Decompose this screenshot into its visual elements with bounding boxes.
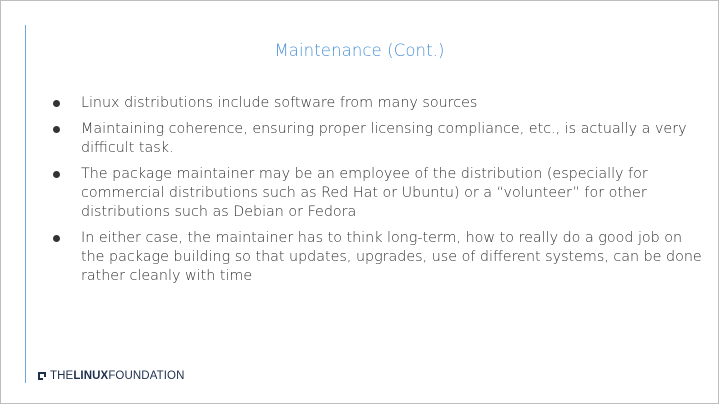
bullet-item: Maintaining coherence, ensuring proper l… [51, 120, 707, 158]
bullet-text: Linux distributions include software fro… [81, 95, 478, 111]
bullet-text: Maintaining coherence, ensuring proper l… [81, 121, 687, 156]
logo-text-linux: LINUX [73, 370, 109, 382]
accent-line [25, 25, 26, 383]
slide-title: Maintenance (Cont.) [274, 41, 445, 60]
logo-text-foundation: FOUNDATION [108, 370, 185, 382]
linux-foundation-logo: THE LINUX FOUNDATION [38, 370, 184, 382]
bullet-dot-icon [53, 100, 60, 107]
bullet-dot-icon [53, 126, 60, 133]
logo-text-the: THE [50, 370, 74, 382]
bullet-item: In either case, the maintainer has to th… [51, 229, 707, 286]
bullet-item: Linux distributions include software fro… [51, 94, 707, 113]
logo-square-icon [38, 372, 47, 381]
bullet-item: The package maintainer may be an employe… [51, 165, 707, 222]
bullet-text: The package maintainer may be an employe… [81, 166, 648, 220]
bullet-dot-icon [53, 171, 60, 178]
bullet-text: In either case, the maintainer has to th… [81, 230, 702, 284]
bullet-list: Linux distributions include software fro… [51, 94, 707, 293]
bullet-dot-icon [53, 235, 60, 242]
slide: Maintenance (Cont.) Linux distributions … [0, 0, 719, 404]
